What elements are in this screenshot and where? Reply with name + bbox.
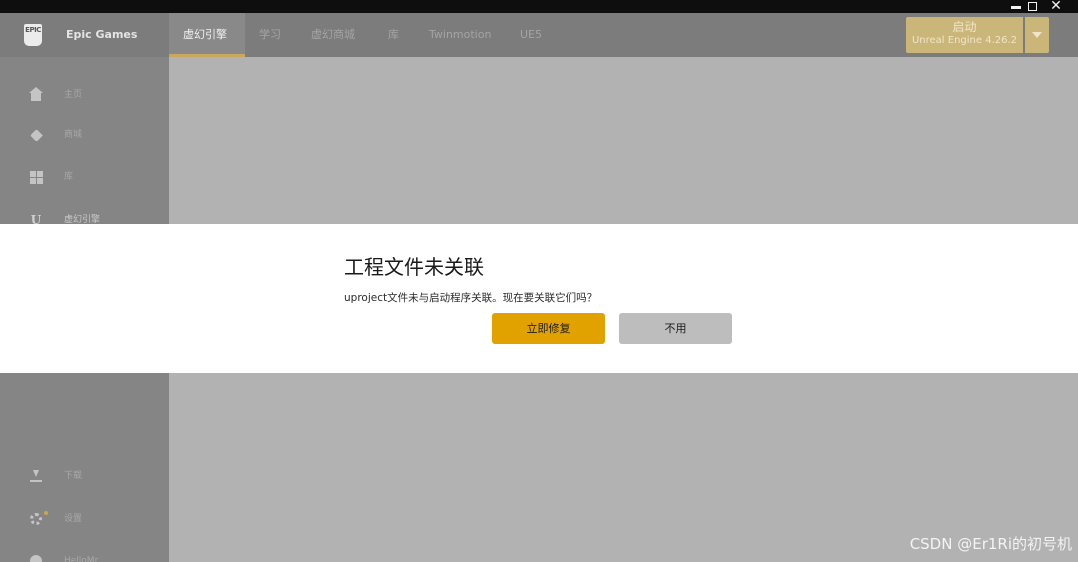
chevron-down-icon[interactable] — [1025, 17, 1049, 53]
launch-engine-version: Unreal Engine 4.26.2 — [911, 35, 1018, 46]
tab-unreal-engine[interactable]: 虚幻引擎 — [183, 26, 227, 44]
dialog-message: uproject文件未与启动程序关联。现在要关联它们吗？ — [344, 292, 598, 304]
brand-name[interactable]: Epic Games — [66, 26, 137, 44]
tab-marketplace[interactable]: 虚幻商城 — [311, 26, 355, 44]
window-titlebar: ✕ — [0, 0, 1078, 13]
top-navigation-bar: EPIC Epic Games 虚幻引擎 学习 虚幻商城 库 Twinmotio… — [0, 13, 1078, 57]
decline-button[interactable]: 不用 — [619, 313, 732, 344]
sidebar-item-label: 下载 — [64, 471, 83, 481]
tab-library[interactable]: 库 — [388, 26, 399, 44]
project-association-dialog: 工程文件未关联 uproject文件未与启动程序关联。现在要关联它们吗？ 立即修… — [0, 224, 1078, 373]
sidebar-item-store[interactable]: 商城 — [0, 124, 169, 146]
sidebar-item-account[interactable]: HelloMr — [0, 550, 169, 562]
watermark: CSDN @Er1Ri的初号机 — [909, 535, 1072, 553]
sidebar-item-label: 商城 — [64, 130, 83, 140]
download-icon — [28, 468, 44, 484]
grid-icon — [28, 169, 44, 185]
sidebar-item-label: 主页 — [64, 90, 83, 100]
sidebar-item-label: 库 — [64, 172, 74, 182]
epic-games-launcher-window: ✕ EPIC Epic Games 虚幻引擎 学习 虚幻商城 库 Twinmot… — [0, 0, 1078, 562]
launch-button[interactable]: 启动 Unreal Engine 4.26.2 — [906, 17, 1023, 53]
sidebar-item-label: HelloMr — [64, 556, 99, 562]
tab-twinmotion[interactable]: Twinmotion — [429, 26, 491, 44]
tab-learn[interactable]: 学习 — [259, 26, 281, 44]
sidebar-item-home[interactable]: 主页 — [0, 84, 169, 106]
user-icon — [28, 553, 44, 562]
fix-now-button[interactable]: 立即修复 — [492, 313, 605, 344]
sidebar-item-label: 设置 — [64, 514, 83, 524]
maximize-icon[interactable] — [1022, 0, 1042, 13]
sidebar-item-settings[interactable]: 设置 — [0, 508, 169, 530]
home-icon — [28, 87, 44, 103]
epic-logo-icon[interactable]: EPIC — [24, 24, 42, 46]
sidebar-item-library[interactable]: 库 — [0, 166, 169, 188]
tag-icon — [28, 127, 44, 143]
notification-dot — [44, 511, 48, 515]
close-icon[interactable]: ✕ — [1046, 0, 1066, 13]
tab-ue5[interactable]: UE5 — [520, 26, 542, 44]
gear-icon — [28, 511, 44, 527]
sidebar-item-downloads[interactable]: 下载 — [0, 465, 169, 487]
launch-button-label: 启动 — [952, 20, 977, 34]
dialog-title: 工程文件未关联 — [344, 255, 484, 279]
